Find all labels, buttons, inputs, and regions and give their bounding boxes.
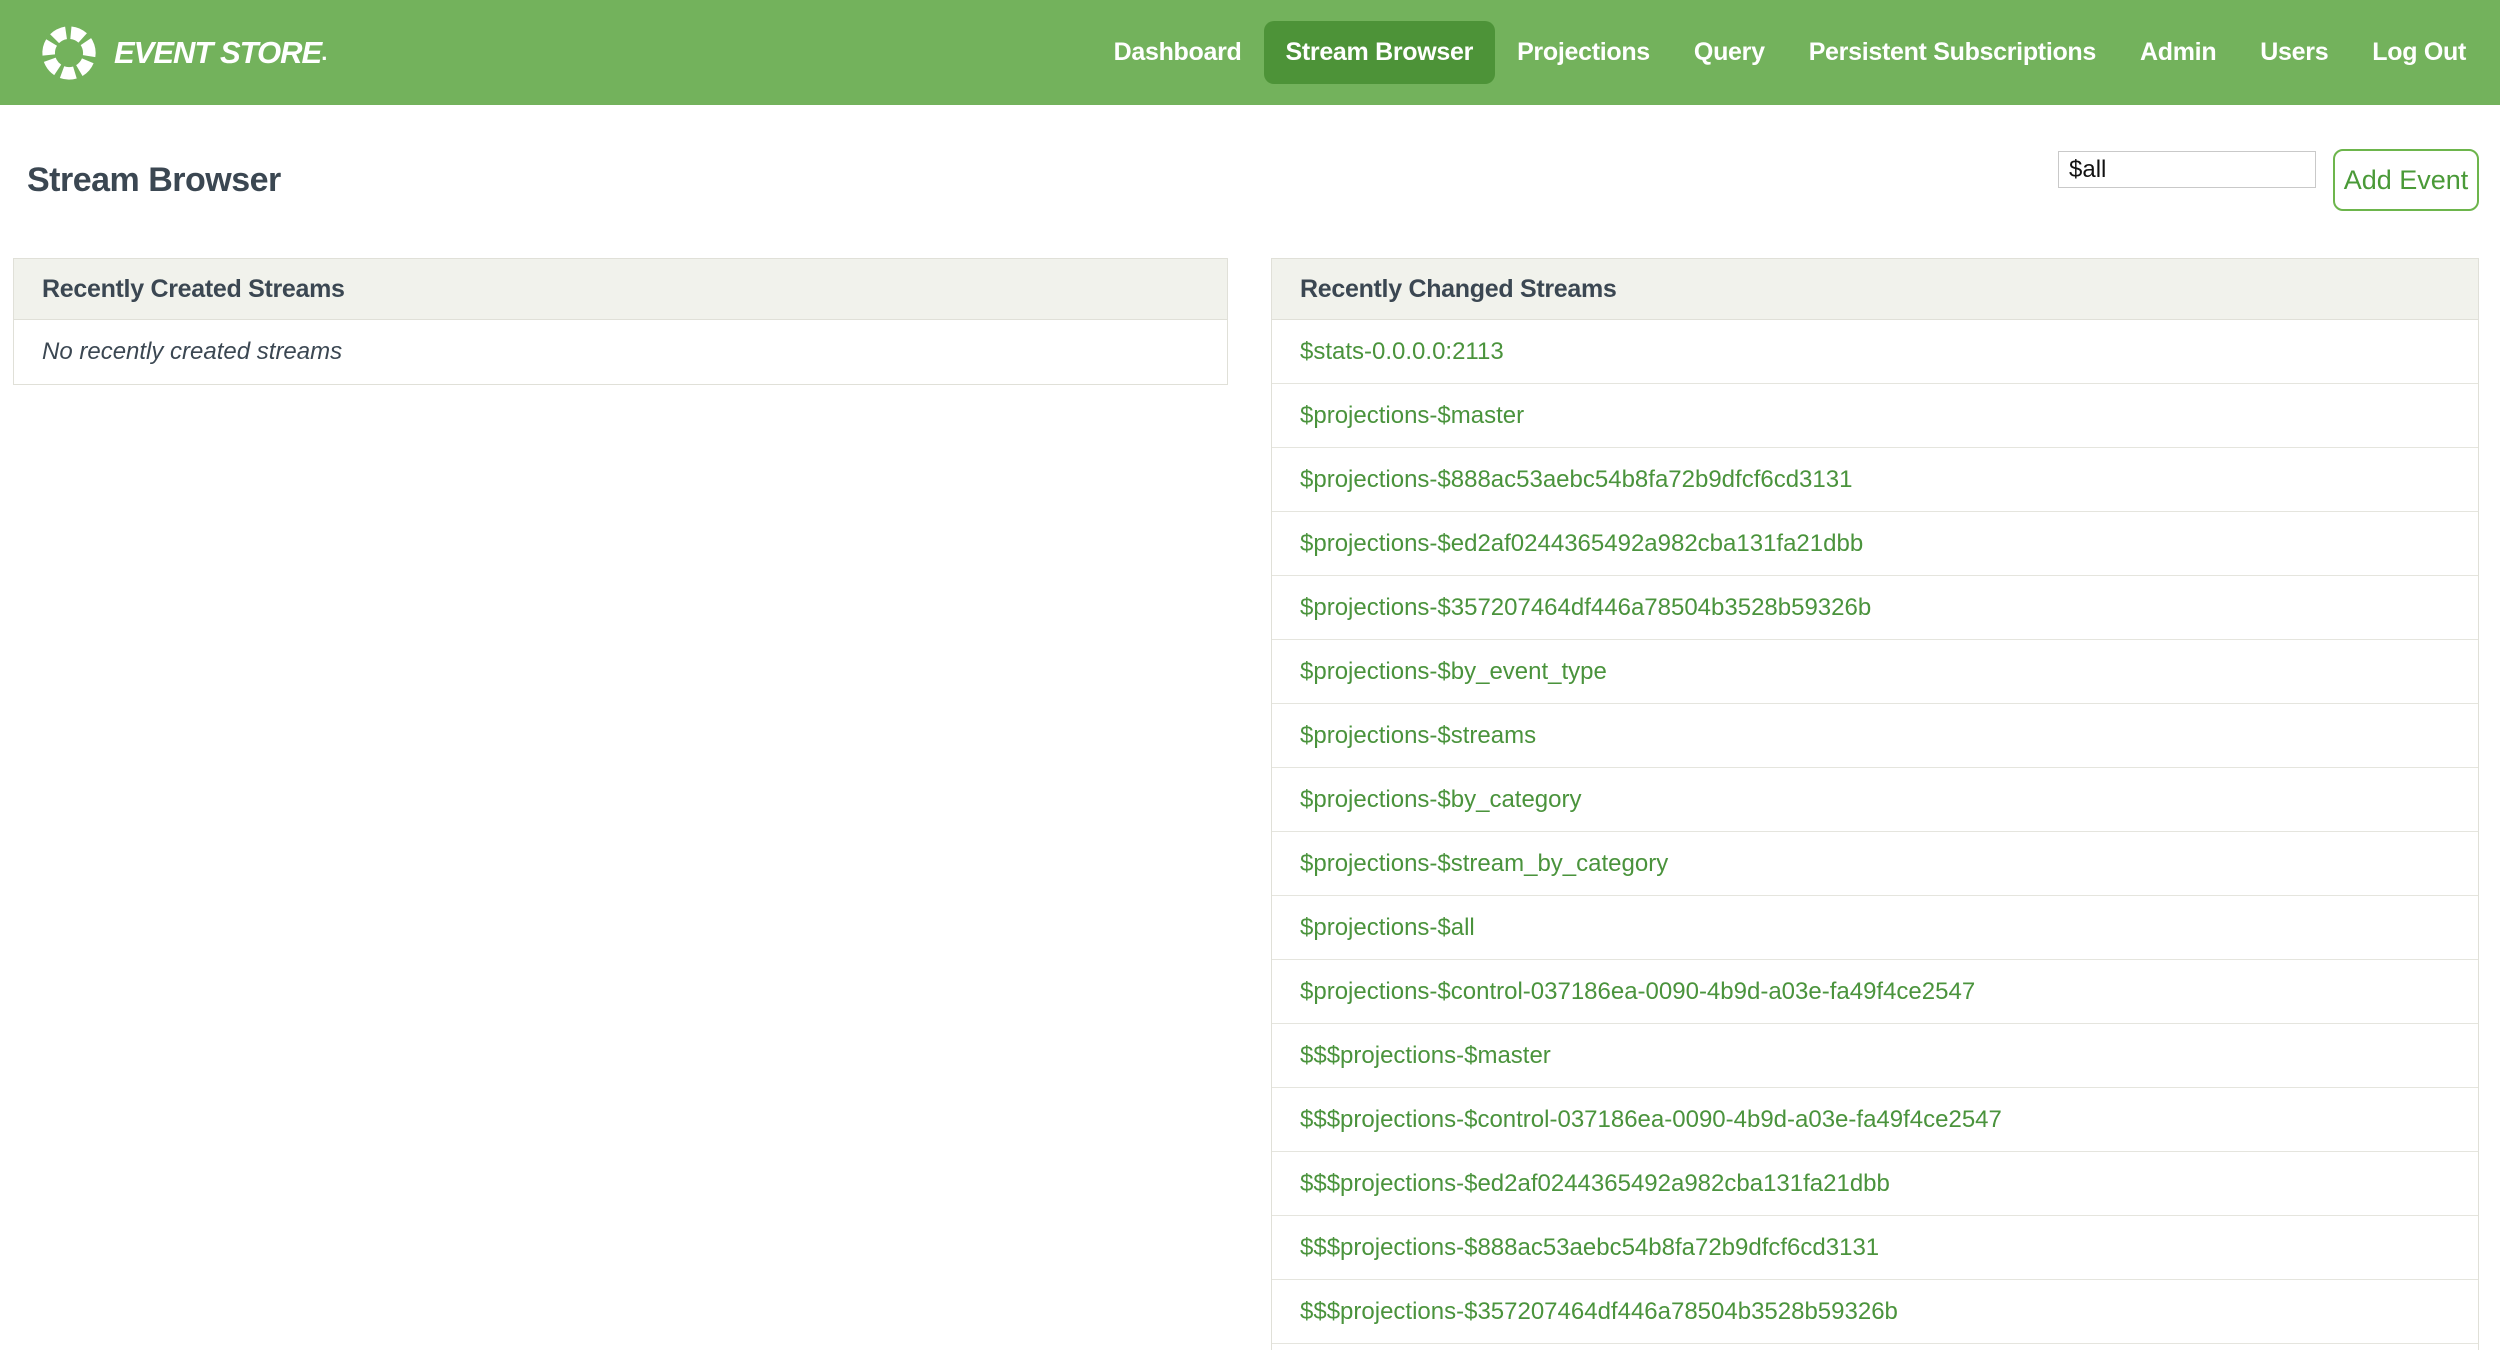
stream-row: $projections-$357207464df446a78504b3528b… (1272, 576, 2478, 640)
no-streams-message: No recently created streams (42, 338, 343, 365)
recently-changed-streams-panel: Recently Changed Streams $stats-0.0.0.0:… (1271, 258, 2479, 1350)
stream-link[interactable]: $projections-$all (1300, 914, 1475, 942)
brand-name: EVENT STORE (114, 34, 322, 70)
stream-link[interactable]: $projections-$stream_by_category (1300, 850, 1668, 878)
stream-row: $stats-0.0.0.0:2113 (1272, 320, 2478, 384)
stream-link[interactable]: $projections-$ed2af0244365492a982cba131f… (1300, 530, 1863, 558)
event-store-logo-icon (42, 25, 96, 80)
stream-row: $$$projections-$357207464df446a78504b352… (1272, 1280, 2478, 1344)
stream-link[interactable]: $$$projections-$control-037186ea-0090-4b… (1300, 1106, 2002, 1134)
page-title: Stream Browser (27, 160, 281, 199)
recently-created-streams-header: Recently Created Streams (14, 259, 1227, 320)
brand-dot: . (321, 39, 328, 65)
stream-link[interactable]: $projections-$888ac53aebc54b8fa72b9dfcf6… (1300, 466, 1852, 494)
stream-row: $projections-$by_category (1272, 768, 2478, 832)
changed-streams-list: $stats-0.0.0.0:2113 $projections-$master $… (1272, 320, 2478, 1350)
brand-logo[interactable]: EVENT STORE. (38, 22, 327, 84)
stream-row: $projections-$by_event_type (1272, 640, 2478, 704)
recently-changed-streams-header: Recently Changed Streams (1272, 259, 2478, 320)
stream-link[interactable]: $projections-$by_category (1300, 786, 1582, 814)
stream-row: $$$projections-$ed2af0244365492a982cba13… (1272, 1152, 2478, 1216)
nav-item-dashboard[interactable]: Dashboard (1092, 21, 1264, 84)
stream-row-partial (1272, 1344, 2478, 1350)
stream-link[interactable]: $$$projections-$master (1300, 1042, 1551, 1070)
recently-created-streams-panel: Recently Created Streams No recently cre… (13, 258, 1228, 385)
nav-item-admin[interactable]: Admin (2118, 21, 2238, 84)
stream-link[interactable]: $stats-0.0.0.0:2113 (1300, 338, 1504, 366)
stream-link[interactable]: $projections-$control-037186ea-0090-4b9d… (1300, 978, 1975, 1006)
stream-link[interactable]: $projections-$by_event_type (1300, 658, 1607, 686)
stream-link[interactable]: $projections-$master (1300, 402, 1524, 430)
stream-row: $$$projections-$master (1272, 1024, 2478, 1088)
stream-row: $projections-$stream_by_category (1272, 832, 2478, 896)
nav-item-projections[interactable]: Projections (1495, 21, 1672, 84)
stream-row: $projections-$streams (1272, 704, 2478, 768)
stream-name-input[interactable] (2058, 151, 2316, 188)
top-navbar: EVENT STORE. Dashboard Stream Browser Proj… (0, 0, 2500, 105)
stream-link[interactable]: $$$projections-$888ac53aebc54b8fa72b9dfc… (1300, 1234, 1879, 1262)
nav-item-stream-browser[interactable]: Stream Browser (1263, 21, 1496, 84)
stream-link[interactable]: $projections-$357207464df446a78504b3528b… (1300, 594, 1871, 622)
nav-item-log-out[interactable]: Log Out (2350, 21, 2488, 84)
stream-row: $projections-$ed2af0244365492a982cba131f… (1272, 512, 2478, 576)
stream-row: $projections-$888ac53aebc54b8fa72b9dfcf6… (1272, 448, 2478, 512)
stream-link[interactable]: $$$projections-$357207464df446a78504b352… (1300, 1298, 1898, 1326)
main-nav: Dashboard Stream Browser Projections Query P… (1092, 21, 2488, 84)
nav-item-persistent-subscriptions[interactable]: Persistent Subscriptions (1787, 21, 2118, 84)
stream-link[interactable]: $$$projections-$ed2af0244365492a982cba13… (1300, 1170, 1890, 1198)
header-actions: Add Event (2058, 149, 2479, 211)
content-panels: Recently Created Streams No recently cre… (0, 258, 2500, 1350)
stream-row: $projections-$master (1272, 384, 2478, 448)
stream-row: $$$projections-$control-037186ea-0090-4b… (1272, 1088, 2478, 1152)
page-header: Stream Browser Add Event (0, 105, 2500, 212)
nav-item-query[interactable]: Query (1672, 21, 1787, 84)
add-event-button[interactable]: Add Event (2333, 149, 2479, 211)
stream-row: $$$projections-$888ac53aebc54b8fa72b9dfc… (1272, 1216, 2478, 1280)
empty-state-row: No recently created streams (14, 320, 1227, 384)
stream-link[interactable]: $projections-$streams (1300, 722, 1536, 750)
nav-item-users[interactable]: Users (2238, 21, 2350, 84)
stream-row: $projections-$all (1272, 896, 2478, 960)
stream-row: $projections-$control-037186ea-0090-4b9d… (1272, 960, 2478, 1024)
